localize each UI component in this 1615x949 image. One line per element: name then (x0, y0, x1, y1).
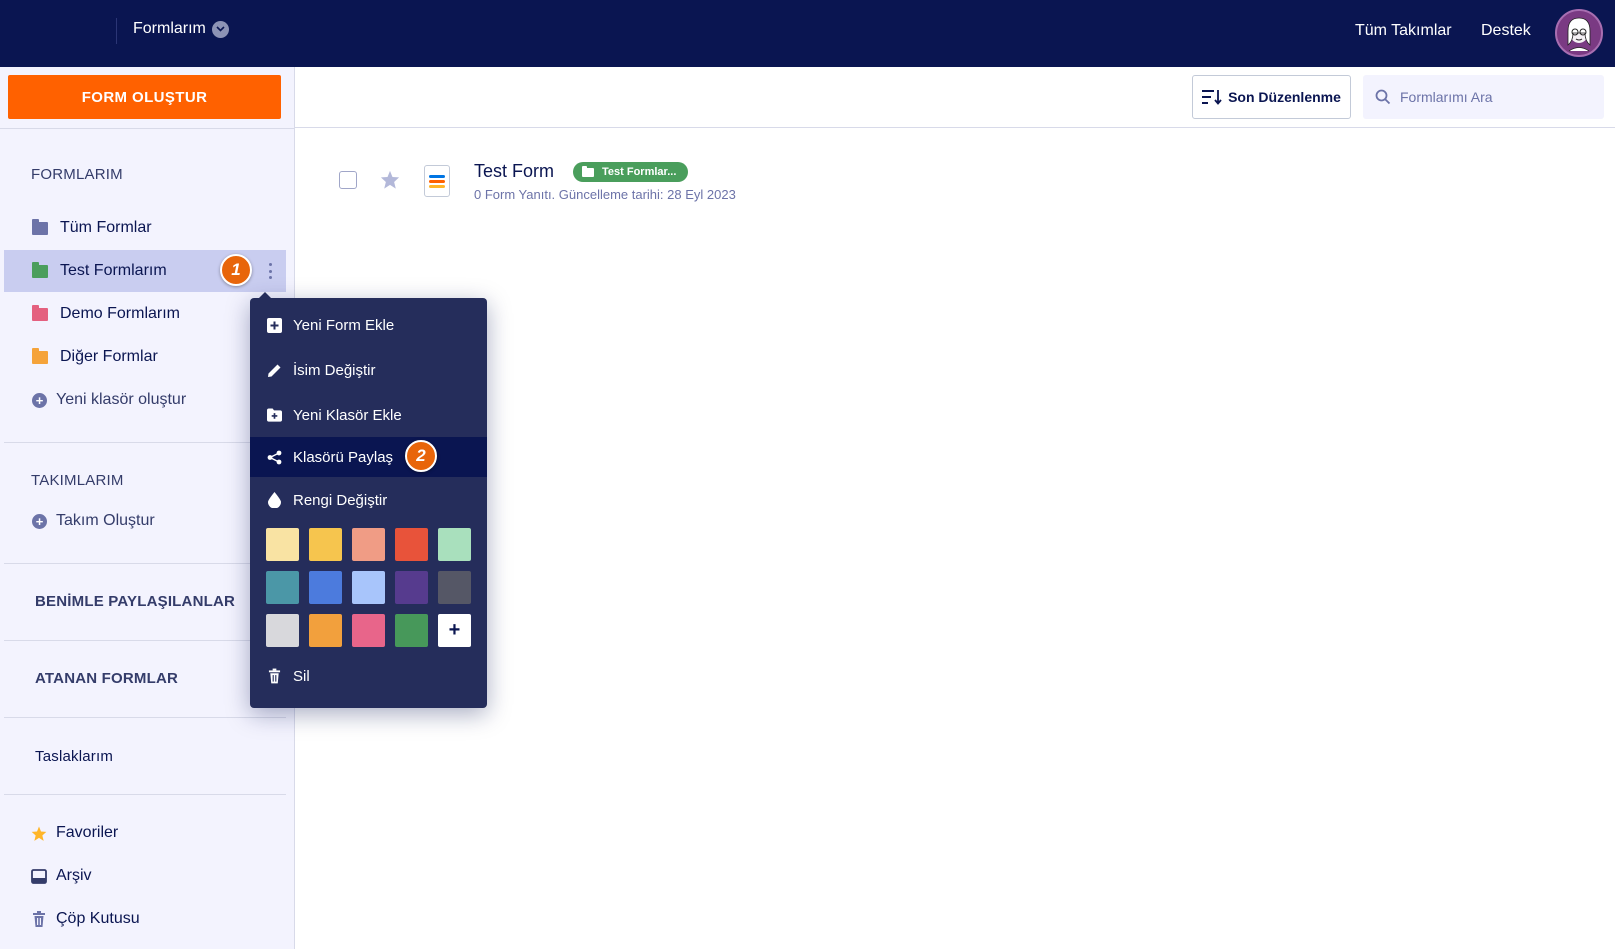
nav-all-teams-link[interactable]: Tüm Takımlar (1355, 22, 1452, 40)
create-new-folder-link[interactable]: + Yeni klasör oluştur (4, 379, 286, 421)
sort-button[interactable]: Son Düzenlenme (1192, 75, 1351, 119)
plus-square-icon (267, 317, 282, 333)
menu-item-label: İsim Değiştir (293, 361, 376, 379)
assigned-forms-heading[interactable]: ATANAN FORMLAR (35, 670, 178, 687)
nav-support-link[interactable]: Destek (1481, 22, 1531, 40)
plus-circle-icon: + (32, 392, 47, 408)
new-folder-label: Yeni klasör oluştur (56, 391, 187, 408)
folder-tag-label: Test Formlar... (602, 166, 677, 178)
color-swatch[interactable] (395, 614, 428, 647)
menu-item-label: Rengi Değiştir (293, 491, 388, 509)
color-swatch[interactable] (438, 571, 471, 604)
sidebar-folder-other-forms[interactable]: Diğer Formlar (4, 336, 286, 378)
trash-icon (267, 668, 282, 684)
add-custom-color-button[interactable]: + (438, 614, 471, 647)
favorite-star-icon[interactable] (380, 170, 400, 189)
sidebar-divider (4, 563, 286, 564)
trash-icon (31, 911, 47, 927)
top-navigation-bar: Formlarım Tüm Takımlar Destek (0, 0, 1615, 67)
form-document-icon (424, 165, 450, 197)
search-box[interactable] (1363, 75, 1604, 119)
create-form-button[interactable]: FORM OLUŞTUR (8, 75, 281, 119)
form-select-checkbox[interactable] (339, 171, 357, 189)
sidebar-divider (4, 717, 286, 718)
folder-label: Tüm Formlar (60, 219, 152, 236)
menu-item-label: Sil (293, 667, 310, 685)
color-swatch[interactable] (352, 571, 385, 604)
toolbar-divider (295, 127, 1615, 128)
my-teams-heading: TAKIMLARIM (31, 472, 124, 489)
forms-menu-label: Formlarım (133, 20, 206, 37)
favorites-label: Favoriler (56, 824, 119, 841)
sidebar-divider (4, 640, 286, 641)
color-swatch[interactable] (266, 614, 299, 647)
color-swatch[interactable] (438, 528, 471, 561)
archive-label: Arşiv (56, 867, 92, 884)
color-swatch[interactable] (395, 528, 428, 561)
color-swatch[interactable] (266, 528, 299, 561)
folder-context-menu: Yeni Form Ekle İsim Değiştir Yeni Klasör… (250, 292, 487, 708)
color-drop-icon (267, 492, 282, 508)
sort-icon (1202, 90, 1222, 105)
chevron-down-icon (211, 20, 229, 38)
folder-options-kebab-icon[interactable] (263, 262, 277, 280)
sidebar-divider (4, 794, 286, 795)
user-avatar[interactable] (1555, 9, 1603, 57)
sidebar-folder-demo-forms[interactable]: Demo Formlarım (4, 293, 286, 335)
folder-icon (32, 261, 48, 278)
color-swatch[interactable] (309, 614, 342, 647)
step-badge-2: 2 (405, 440, 437, 472)
menu-item-label: Yeni Form Ekle (293, 316, 395, 334)
menu-item-label: Klasörü Paylaş (293, 448, 394, 466)
form-meta: 0 Form Yanıtı. Güncelleme tarihi: 28 Eyl… (474, 187, 736, 202)
create-team-link[interactable]: + Takım Oluştur (4, 500, 286, 542)
menu-change-color[interactable]: Rengi Değiştir (250, 480, 487, 520)
menu-rename[interactable]: İsim Değiştir (250, 350, 487, 390)
folder-label: Demo Formlarım (60, 305, 181, 322)
plus-circle-icon: + (32, 513, 47, 529)
color-swatch[interactable] (352, 614, 385, 647)
folder-icon (32, 304, 48, 321)
sidebar-divider (0, 128, 295, 129)
favorites-link[interactable]: Favoriler (4, 812, 286, 854)
menu-share-folder[interactable]: Klasörü Paylaş 2 (250, 437, 487, 477)
sort-label: Son Düzenlenme (1228, 89, 1341, 105)
color-swatch[interactable] (309, 571, 342, 604)
folder-icon (582, 165, 594, 177)
form-folder-tag[interactable]: Test Formlar... (573, 162, 689, 182)
my-forms-heading: FORMLARIM (31, 166, 123, 183)
color-swatch[interactable] (352, 528, 385, 561)
shared-with-me-heading[interactable]: BENİMLE PAYLAŞILANLAR (35, 593, 235, 610)
menu-delete[interactable]: Sil (250, 656, 487, 696)
star-icon (31, 825, 47, 841)
archive-tray-icon (31, 868, 47, 884)
drafts-link[interactable]: Taslaklarım (35, 748, 113, 765)
sidebar-divider (4, 442, 286, 443)
folder-label: Diğer Formlar (60, 348, 158, 365)
archive-link[interactable]: Arşiv (4, 855, 286, 897)
trash-label: Çöp Kutusu (56, 910, 140, 927)
color-swatch[interactable] (266, 571, 299, 604)
trash-link[interactable]: Çöp Kutusu (4, 898, 286, 940)
folder-plus-icon (267, 408, 282, 423)
menu-add-new-folder[interactable]: Yeni Klasör Ekle (250, 395, 487, 435)
share-icon (267, 450, 282, 465)
menu-add-new-form[interactable]: Yeni Form Ekle (250, 305, 487, 345)
search-input[interactable] (1400, 89, 1590, 105)
form-title[interactable]: Test Form (474, 161, 554, 182)
menu-item-label: Yeni Klasör Ekle (293, 406, 402, 424)
sidebar-folder-all-forms[interactable]: Tüm Formlar (4, 207, 286, 249)
topbar-divider (116, 18, 117, 44)
step-badge-1: 1 (220, 254, 252, 286)
search-icon (1375, 89, 1391, 105)
create-team-label: Takım Oluştur (56, 512, 155, 529)
folder-icon (32, 347, 48, 364)
forms-menu-dropdown[interactable]: Formlarım (133, 20, 229, 38)
color-swatch[interactable] (309, 528, 342, 561)
color-swatch[interactable] (395, 571, 428, 604)
pencil-icon (267, 363, 282, 378)
folder-label: Test Formlarım (60, 262, 167, 279)
sidebar-folder-test-forms[interactable]: Test Formlarım 1 (4, 250, 286, 292)
folder-icon (32, 218, 48, 235)
